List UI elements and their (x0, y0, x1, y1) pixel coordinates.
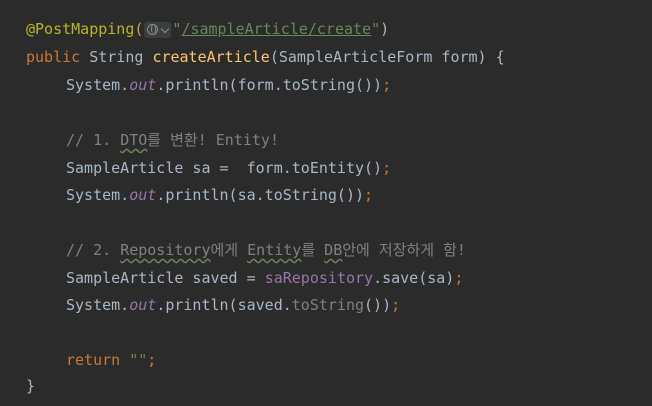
code-line-14[interactable]: } (26, 375, 35, 397)
code-line-13[interactable]: return ""; (26, 349, 156, 371)
println-call: .println(sa.toString()) (156, 186, 365, 204)
redundant-tostring-call: toString (291, 296, 365, 314)
out-field: out (129, 186, 157, 204)
semicolon: ; (382, 76, 392, 94)
comment-text: 를 변환! Entity! (147, 131, 279, 149)
save-call: .save(sa) (373, 269, 455, 287)
comment-typo-db: DB (324, 241, 343, 259)
code-line-1[interactable]: @PostMapping("/sampleArticle/create") (26, 18, 389, 40)
closing-brace: } (26, 377, 36, 395)
annotation-postmapping: @PostMapping( (26, 20, 144, 38)
comment-text: 에게 (210, 241, 248, 259)
return-type: String (89, 48, 153, 66)
comment-text: // 2. (66, 241, 121, 259)
code-line-7[interactable]: System.out.println(sa.toString()); (26, 184, 373, 206)
system-ref: System. (66, 76, 130, 94)
keyword-return: return (66, 351, 130, 369)
code-line-5[interactable]: // 1. DTO를 변환! Entity! (26, 129, 279, 151)
to-entity-statement: SampleArticle sa = form.toEntity() (66, 159, 383, 177)
code-line-2[interactable]: public String createArticle(SampleArticl… (26, 46, 505, 68)
comment-typo-dto: DTO (120, 131, 148, 149)
out-field: out (129, 296, 157, 314)
method-name: createArticle (152, 48, 270, 66)
println-call: .println(form.toString()) (156, 76, 383, 94)
code-editor[interactable]: @PostMapping("/sampleArticle/create") pu… (0, 0, 652, 406)
url-path-link[interactable]: /sampleArticle/create (181, 20, 371, 38)
system-ref: System. (66, 186, 130, 204)
comment-text: 안에 저장하게 함! (342, 241, 466, 259)
string-quote-close: " (371, 20, 381, 38)
semicolon: ; (364, 186, 374, 204)
empty-string-literal: "" (129, 351, 148, 369)
println-call: .println(saved. (156, 296, 292, 314)
out-field: out (129, 76, 157, 94)
semicolon: ; (382, 159, 392, 177)
comment-typo-entity: Entity (247, 241, 302, 259)
globe-icon (147, 23, 159, 35)
saved-declaration: SampleArticle saved = (66, 269, 265, 287)
semicolon: ; (391, 296, 401, 314)
chevron-down-icon (161, 24, 170, 33)
keyword-public: public (26, 48, 90, 66)
semicolon: ; (454, 269, 464, 287)
code-line-11[interactable]: System.out.println(saved.toString()); (26, 294, 400, 316)
comment-text: 를 (301, 241, 325, 259)
code-line-9[interactable]: // 2. Repository에게 Entity를 DB안에 저장하게 함! (26, 239, 466, 261)
annotation-close-paren: ) (380, 20, 390, 38)
code-line-3[interactable]: System.out.println(form.toString()); (26, 74, 391, 96)
url-inlay-hint[interactable] (144, 21, 172, 38)
system-ref: System. (66, 296, 130, 314)
code-line-10[interactable]: SampleArticle saved = saRepository.save(… (26, 267, 463, 289)
println-call-close: ()) (364, 296, 392, 314)
semicolon: ; (147, 351, 157, 369)
comment-text: // 1. (66, 131, 121, 149)
code-line-6[interactable]: SampleArticle sa = form.toEntity(); (26, 157, 391, 179)
method-params: (SampleArticleForm form) { (269, 48, 505, 66)
sa-repository-field: saRepository (264, 269, 374, 287)
comment-typo-repository: Repository (120, 241, 211, 259)
